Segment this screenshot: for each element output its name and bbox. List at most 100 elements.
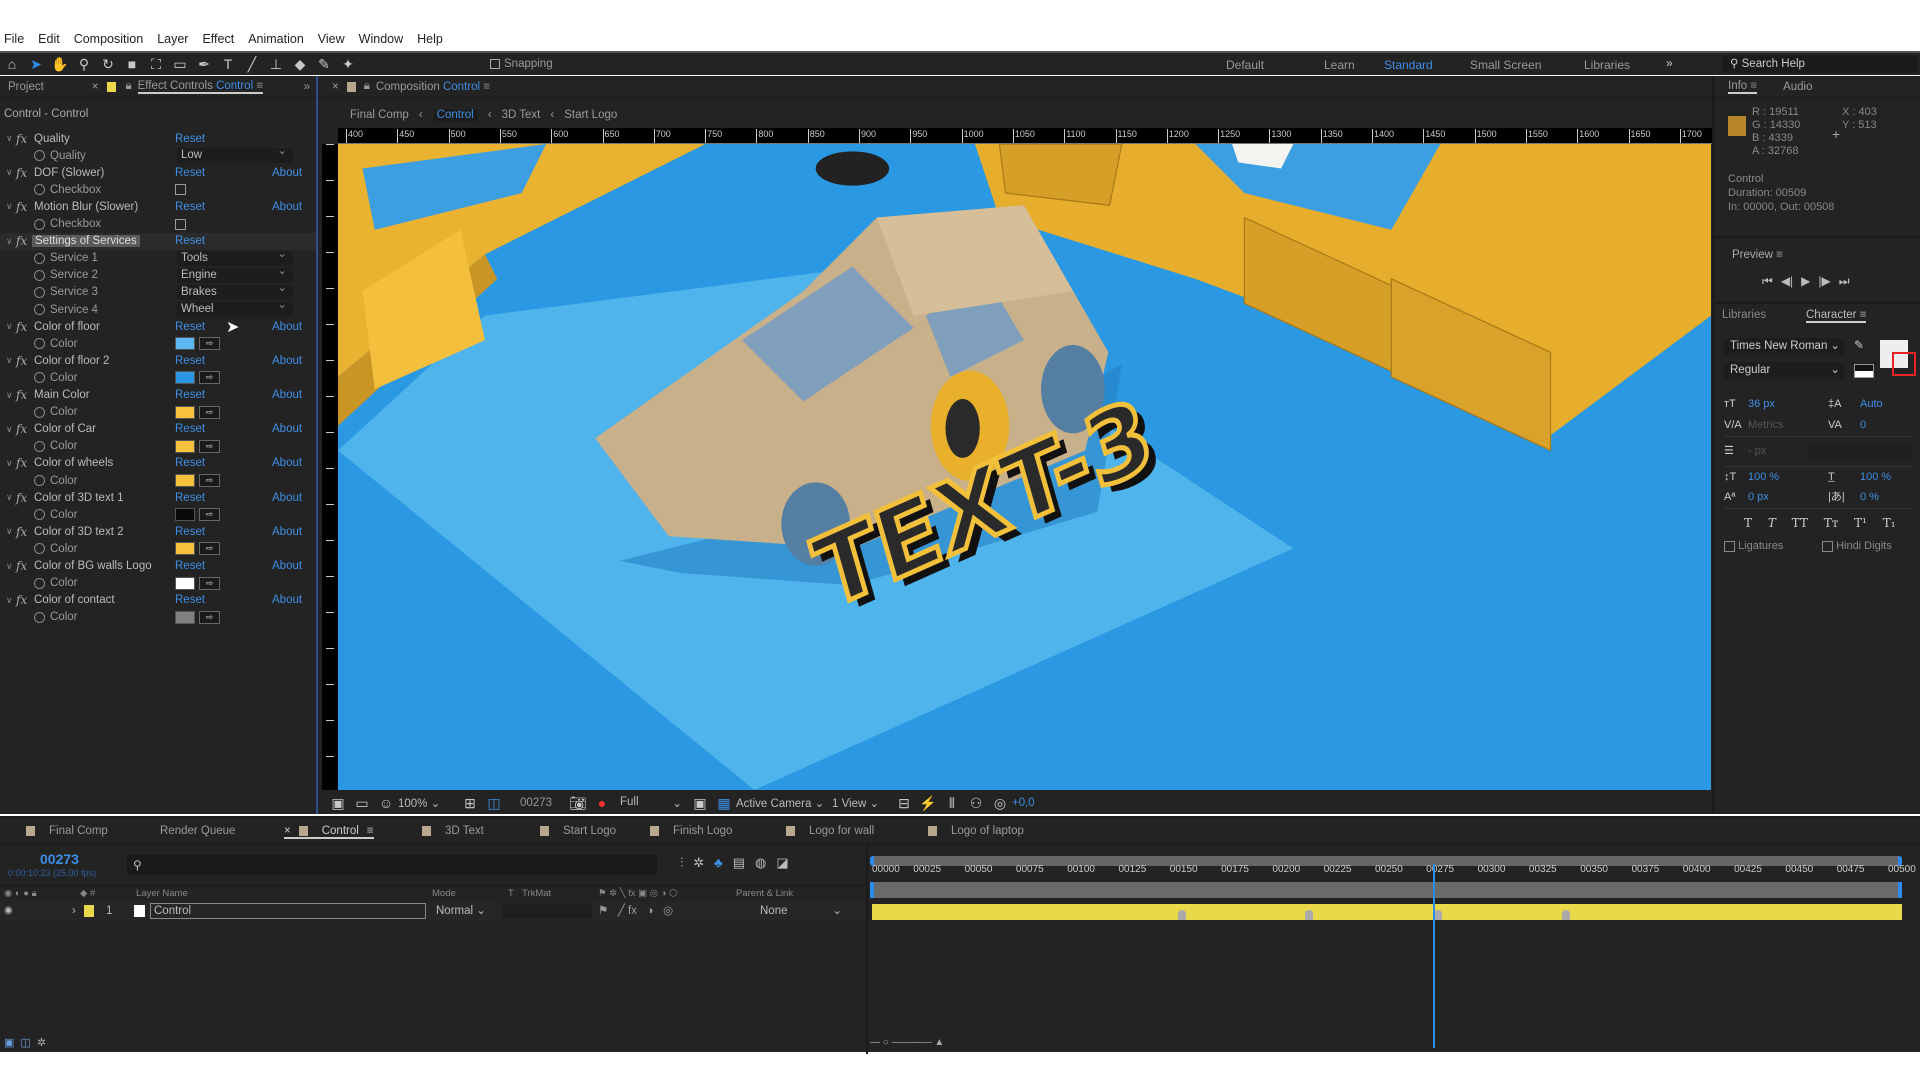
visibility-icon[interactable]: ◉: [4, 902, 13, 920]
composition-canvas[interactable]: TEXT-3 TEXT-3: [338, 144, 1711, 790]
region-of-interest-icon[interactable]: ▣: [688, 795, 712, 812]
camera-tool-icon[interactable]: ■: [120, 56, 144, 72]
exposure-value[interactable]: +0,0: [1012, 797, 1035, 809]
reset-link[interactable]: Reset: [175, 355, 205, 367]
stopwatch-icon[interactable]: [34, 475, 45, 486]
layer-row[interactable]: ◉ › 1 Control Normal ⌄ ⚑ ╱ fx ◑ ◎ None ⌄: [0, 902, 866, 920]
keyframe-marker[interactable]: [1561, 910, 1570, 920]
eyedropper-icon[interactable]: ⇨: [199, 542, 220, 556]
about-link[interactable]: About: [272, 457, 302, 469]
font-style-dropdown[interactable]: Regular ⌄: [1724, 362, 1844, 379]
effect-row[interactable]: ∨ fx Color of BG walls Logo Reset About: [0, 558, 316, 575]
twirl-down-icon[interactable]: ∨: [6, 458, 13, 469]
stopwatch-icon[interactable]: [34, 150, 45, 162]
pen-tool-icon[interactable]: ✒: [192, 56, 216, 73]
timeline-tab[interactable]: Final Comp: [26, 825, 108, 837]
color-swatch[interactable]: [175, 474, 195, 487]
menu-animation[interactable]: Animation: [248, 32, 304, 46]
baseline-value[interactable]: 0 px: [1748, 487, 1769, 508]
timeline-icon[interactable]: ⫴: [940, 795, 964, 812]
effect-name[interactable]: Color of contact: [34, 594, 115, 606]
eyedropper-icon[interactable]: ⇨: [199, 371, 220, 385]
stopwatch-icon[interactable]: [34, 440, 45, 452]
exposure-icon[interactable]: ◎: [988, 795, 1012, 812]
timeline-zoom-slider[interactable]: — ○ ———— ▲: [870, 1038, 960, 1048]
menu-layer[interactable]: Layer: [157, 32, 188, 46]
search-help-field[interactable]: ⚲ Search Help: [1722, 55, 1918, 73]
timeline-tab[interactable]: Logo of laptop: [928, 825, 1024, 837]
layer-search-input[interactable]: ⚲: [127, 855, 657, 875]
reset-link[interactable]: Reset: [175, 594, 205, 606]
tab-composition[interactable]: Composition Control ≡: [376, 81, 490, 93]
tab-info[interactable]: Info ≡: [1728, 80, 1758, 94]
about-link[interactable]: About: [272, 492, 302, 504]
timeline-tab[interactable]: Render Queue: [160, 825, 235, 837]
draft-3d-icon[interactable]: ✲: [693, 855, 704, 871]
eyedropper-icon[interactable]: ⇨: [199, 337, 220, 351]
breadcrumb-item[interactable]: Control: [432, 109, 478, 121]
color-swatch[interactable]: [175, 405, 195, 419]
motion-blur-icon[interactable]: ◍: [755, 855, 766, 871]
effect-name[interactable]: Motion Blur (Slower): [34, 201, 138, 213]
stopwatch-icon[interactable]: [34, 184, 45, 196]
next-frame-icon[interactable]: |▶: [1818, 274, 1830, 289]
color-swatch[interactable]: [175, 576, 195, 590]
workspace-libraries[interactable]: Libraries: [1584, 58, 1630, 72]
twirl-down-icon[interactable]: ∨: [6, 355, 13, 366]
frame-blending-icon[interactable]: ▤: [733, 855, 745, 871]
effect-name[interactable]: Color of Car: [34, 423, 96, 435]
workspace-small-screen[interactable]: Small Screen: [1470, 58, 1541, 72]
expand-arrow-icon[interactable]: ›: [72, 902, 76, 920]
effect-row[interactable]: ∨ fx Main Color Reset About: [0, 387, 316, 404]
stopwatch-icon[interactable]: [34, 577, 45, 589]
mask-visibility-icon[interactable]: ◫: [482, 795, 506, 812]
fx-icon[interactable]: fx: [16, 559, 27, 573]
eyedropper-icon[interactable]: ✎: [1854, 338, 1864, 352]
play-icon[interactable]: ▶: [1801, 274, 1810, 289]
color-swatch[interactable]: [175, 337, 195, 351]
menu-view[interactable]: View: [318, 32, 345, 46]
reset-link[interactable]: Reset: [175, 389, 205, 401]
current-timecode[interactable]: 00273: [40, 851, 79, 867]
eyedropper-icon[interactable]: ⇨: [199, 576, 220, 590]
property-checkbox[interactable]: [175, 184, 186, 196]
font-family-dropdown[interactable]: Times New Roman ⌄: [1724, 338, 1844, 355]
effect-name[interactable]: Quality: [34, 133, 70, 145]
column-mode[interactable]: Mode: [432, 886, 456, 902]
hand-tool-icon[interactable]: ✋: [48, 56, 72, 73]
selection-tool-icon[interactable]: ➤: [24, 56, 48, 73]
menu-help[interactable]: Help: [417, 32, 443, 46]
effect-row[interactable]: ∨ fx Color of 3D text 2 Reset About: [0, 523, 316, 540]
effect-name[interactable]: Color of wheels: [34, 457, 113, 469]
effect-row[interactable]: ∨ fx Color of floor 2 Reset About: [0, 352, 316, 369]
fx-icon[interactable]: fx: [16, 234, 27, 248]
timeline-tab[interactable]: Logo for wall: [786, 825, 874, 837]
stopwatch-icon[interactable]: [34, 269, 45, 281]
leading-value[interactable]: Auto: [1860, 394, 1883, 415]
font-size-value[interactable]: 36 px: [1748, 394, 1775, 415]
toggle-pixel-aspect-icon[interactable]: ⊟: [892, 795, 916, 812]
views-dropdown[interactable]: 1 View ⌄: [832, 796, 892, 810]
camera-dropdown[interactable]: Active Camera ⌄: [736, 796, 832, 810]
first-frame-icon[interactable]: ⏮: [1762, 274, 1773, 289]
fx-icon[interactable]: fx: [16, 354, 27, 368]
stroke-width-value[interactable]: - px: [1748, 441, 1766, 462]
stopwatch-icon[interactable]: [34, 304, 45, 315]
menu-composition[interactable]: Composition: [74, 32, 143, 46]
rectangle-tool-icon[interactable]: ▭: [168, 56, 192, 73]
property-dropdown[interactable]: Brakes: [177, 281, 293, 300]
eraser-icon[interactable]: ◆: [288, 56, 312, 73]
work-area-bar[interactable]: [870, 882, 1902, 898]
layer-switches-toggle-icon[interactable]: ▣: [4, 1036, 14, 1049]
twirl-down-icon[interactable]: ∨: [6, 492, 13, 503]
layer-label-color[interactable]: [84, 905, 94, 917]
twirl-down-icon[interactable]: ∨: [6, 321, 13, 332]
fx-icon[interactable]: fx: [16, 320, 27, 334]
effect-row[interactable]: ∨ fx Color of floor Reset About: [0, 318, 316, 335]
tab-libraries[interactable]: Libraries: [1722, 309, 1766, 321]
effect-name[interactable]: Main Color: [34, 389, 90, 401]
effect-name[interactable]: Color of 3D text 1: [34, 492, 123, 504]
effect-name[interactable]: Color of floor 2: [34, 355, 109, 367]
timeline-tab[interactable]: Start Logo: [540, 825, 616, 837]
fx-icon[interactable]: fx: [16, 200, 27, 214]
